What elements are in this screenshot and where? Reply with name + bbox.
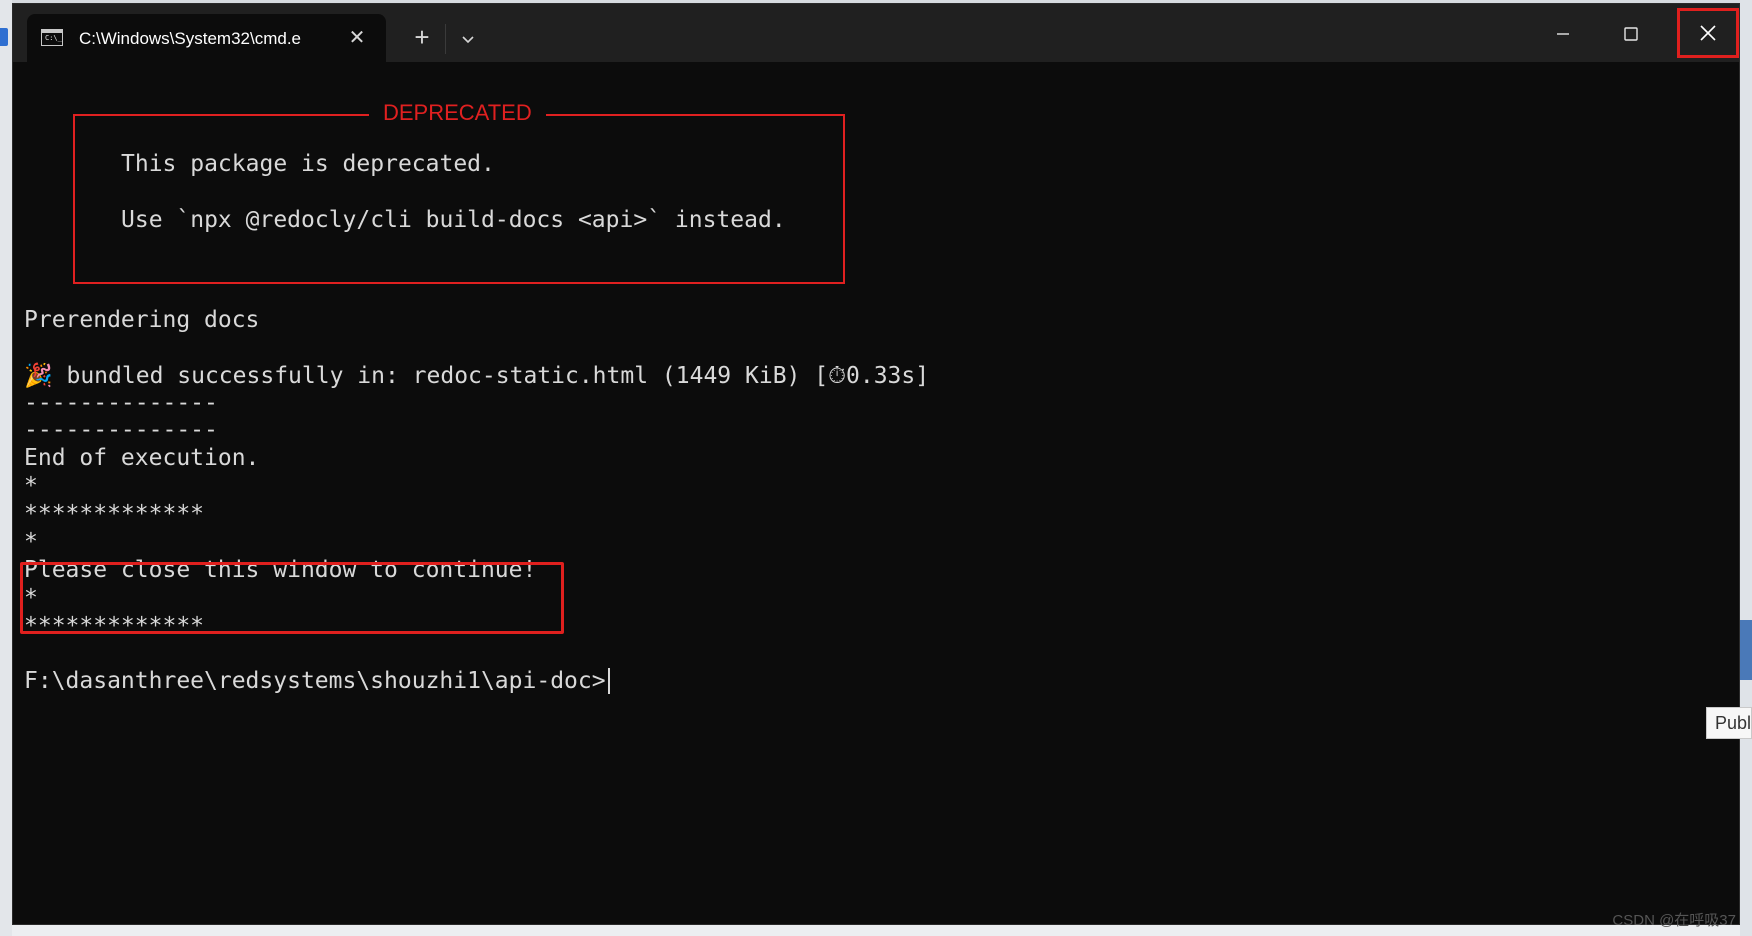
console-line: Prerendering docs	[24, 307, 260, 333]
close-message-highlight	[20, 562, 564, 634]
tab-title: C:\Windows\System32\cmd.e	[79, 29, 302, 48]
cmd-icon: C:\_	[41, 29, 63, 46]
console-line: *	[24, 473, 38, 499]
console-output[interactable]: DEPRECATED This package is deprecated. U…	[13, 62, 1739, 926]
deprecated-message: This package is deprecated.	[121, 151, 495, 177]
background-blue-mark	[0, 28, 8, 46]
text-cursor	[607, 668, 610, 694]
deprecated-instruction: Use `npx @redocly/cli build-docs <api>` …	[121, 207, 786, 233]
new-tab-button[interactable]: +	[407, 22, 437, 52]
command-prompt[interactable]: F:\dasanthree\redsystems\shouzhi1\api-do…	[24, 668, 610, 694]
console-line: End of execution.	[24, 445, 260, 471]
deprecated-title: DEPRECATED	[369, 100, 546, 126]
title-bar[interactable]: C:\_ C:\Windows\System32\cmd.e ✕ +	[13, 4, 1739, 62]
background-blue-bar	[1740, 620, 1752, 680]
prompt-path: F:\dasanthree\redsystems\shouzhi1\api-do…	[24, 668, 606, 694]
console-line: --------------	[24, 417, 218, 443]
console-line: *	[24, 529, 38, 555]
close-tab-button[interactable]: ✕	[345, 26, 369, 50]
console-line: --------------	[24, 390, 218, 416]
background-right-strip	[1740, 0, 1752, 936]
minimize-button[interactable]	[1543, 14, 1583, 54]
maximize-button[interactable]	[1611, 14, 1651, 54]
console-line: *************	[24, 501, 205, 527]
tooltip: Publ	[1706, 707, 1752, 739]
watermark: CSDN @在呼吸37	[1612, 912, 1736, 929]
tab-cmd[interactable]: C:\_ C:\Windows\System32\cmd.e ✕	[27, 14, 386, 62]
tab-separator	[445, 24, 446, 54]
chevron-down-icon[interactable]	[453, 24, 483, 54]
background-left-strip	[0, 0, 12, 936]
console-line-bundled: 🎉 bundled successfully in: redoc-static.…	[24, 363, 930, 389]
deprecated-notice-box	[73, 114, 845, 284]
terminal-window: C:\_ C:\Windows\System32\cmd.e ✕ + DEPRE…	[12, 3, 1740, 925]
close-window-button[interactable]	[1679, 10, 1737, 56]
